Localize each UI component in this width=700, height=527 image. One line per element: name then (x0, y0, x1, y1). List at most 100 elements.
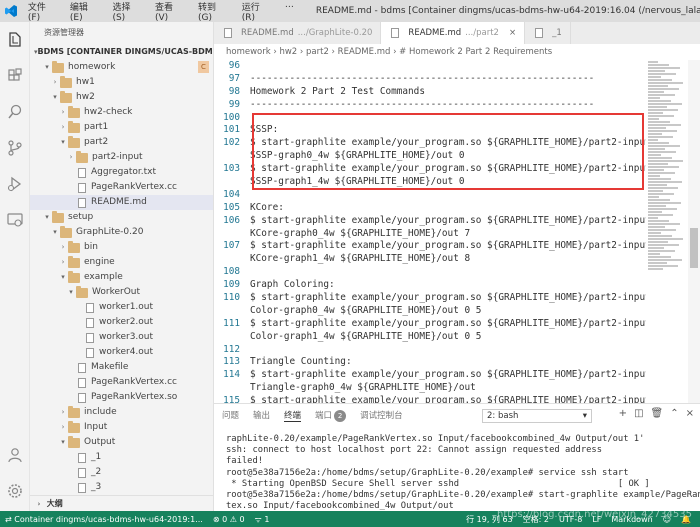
tab-problems[interactable]: 问题 (222, 409, 239, 421)
remote-indicator[interactable]: ⇄ Container dingms/ucas-bdms-hw-u64-2019… (0, 514, 208, 524)
tree-folder[interactable]: ▾ Output (30, 435, 213, 450)
menu-run[interactable]: 运行(R) (236, 0, 279, 23)
tree-folder[interactable]: › Input (30, 420, 213, 435)
remote-explorer-icon[interactable] (0, 202, 30, 238)
tree-folder[interactable]: ▾ hw2 (30, 90, 213, 105)
account-icon[interactable] (0, 437, 30, 473)
extensions-icon[interactable] (0, 58, 30, 94)
tree-folder[interactable]: › engine (30, 255, 213, 270)
file-icon (86, 347, 94, 358)
tree-folder[interactable]: › bin (30, 240, 213, 255)
tree-file[interactable]: _2 (30, 465, 213, 480)
maximize-panel-icon[interactable]: ⌃ (670, 408, 678, 419)
tree-file[interactable]: PageRankVertex.cc (30, 375, 213, 390)
ports-status[interactable]: ᯤ 1 (250, 514, 275, 525)
tree-folder[interactable]: ▾ example (30, 270, 213, 285)
new-terminal-icon[interactable]: + (619, 408, 627, 419)
tab-readme-part2[interactable]: README.md .../part2 × (381, 22, 526, 44)
tab-debug-console[interactable]: 调试控制台 (360, 409, 403, 421)
file-icon (78, 197, 86, 208)
tree-folder[interactable]: ▾ WorkerOut (30, 285, 213, 300)
line-number: 107 (223, 240, 240, 252)
tree-file[interactable]: Makefile (30, 360, 213, 375)
tree-item-label: example (84, 272, 123, 282)
run-debug-icon[interactable] (0, 166, 30, 202)
close-icon[interactable]: × (509, 22, 516, 44)
folder-icon (76, 285, 88, 298)
code-editor[interactable]: 96 97 ------------------------------------… (214, 60, 646, 403)
minimap-line (648, 61, 658, 63)
split-terminal-icon[interactable]: ◫ (634, 408, 643, 419)
chevron-down-icon: ▾ (45, 213, 49, 221)
tree-folder[interactable]: › part2-input (30, 150, 213, 165)
tab-readme-graphlite[interactable]: README.md .../GraphLite-0.20 (214, 22, 382, 44)
tree-file[interactable]: Aggregator.txt (30, 165, 213, 180)
menu-file[interactable]: 文件(F) (22, 0, 64, 23)
tree-folder[interactable]: › part1 (30, 120, 213, 135)
tree-file[interactable]: worker3.out (30, 330, 213, 345)
menu-edit[interactable]: 编辑(E) (64, 0, 107, 23)
tree-file[interactable]: PageRankVertex.cc (30, 180, 213, 195)
tree-folder[interactable]: ▾ GraphLite-0.20 (30, 225, 213, 240)
outline-label: 大纲 (46, 499, 63, 508)
tree-folder[interactable]: ▾ part2 (30, 135, 213, 150)
chevron-down-icon: ▾ (582, 411, 587, 421)
scrollbar-thumb[interactable] (690, 228, 698, 268)
tree-folder[interactable]: › hw2-check (30, 105, 213, 120)
tree-folder[interactable]: › include (30, 405, 213, 420)
settings-gear-icon[interactable] (0, 473, 30, 509)
chevron-right-icon: › (61, 243, 65, 251)
minimap-line (648, 97, 660, 99)
terminal-line: * Starting OpenBSD Secure Shell server s… (226, 478, 650, 489)
line-text: $ start-graphlite example/your_program.s… (250, 240, 646, 252)
explorer-icon[interactable] (0, 22, 30, 58)
problems-status[interactable]: ⊗ 0 ⚠ 0 (208, 515, 250, 524)
line-number: 105 (223, 201, 240, 213)
tree-item-label: setup (68, 212, 94, 222)
line-number: 101 (223, 124, 240, 136)
code-line: 112 (214, 344, 646, 357)
folder-icon (68, 435, 80, 448)
minimap[interactable] (646, 60, 688, 403)
source-control-icon[interactable] (0, 130, 30, 166)
minimap-line (648, 163, 668, 165)
tree-file[interactable]: PageRankVertex.so (30, 390, 213, 405)
tree-item-label: include (84, 407, 117, 417)
vertical-scrollbar[interactable] (688, 60, 700, 403)
tree-folder[interactable]: ▾ setup (30, 210, 213, 225)
terminal-select[interactable]: 2: bash ▾ (482, 409, 592, 423)
tab-terminal[interactable]: 终端 (284, 409, 302, 422)
tree-folder[interactable]: ▾ homework C (30, 60, 213, 75)
tree-item-label: _1 (91, 452, 102, 462)
code-line: KCore-graph0_4w ${GRAPHLITE_HOME}/out 7 (214, 228, 646, 241)
menu-go[interactable]: 转到(G) (192, 0, 236, 23)
close-panel-icon[interactable]: × (686, 408, 694, 419)
menu-view[interactable]: 查看(V) (149, 0, 192, 23)
tree-file[interactable]: worker4.out (30, 345, 213, 360)
line-text: $ start-graphlite example/your_program.s… (250, 214, 646, 226)
code-line: 109 Graph Coloring: (214, 279, 646, 292)
tree-file[interactable]: _3 (30, 480, 213, 495)
workspace-section-header[interactable]: ▾ BDMS [CONTAINER DINGMS/UCAS-BDMS-H... (30, 44, 213, 60)
tab-output[interactable]: 输出 (253, 409, 270, 421)
minimap-line (648, 247, 664, 249)
warning-icon: ⚠ (229, 514, 240, 524)
tree-file[interactable]: worker1.out (30, 300, 213, 315)
outline-section-header[interactable]: › 大纲 (30, 495, 213, 511)
menu-more[interactable]: … (279, 0, 300, 23)
menu-selection[interactable]: 选择(S) (106, 0, 149, 23)
minimap-line (648, 133, 662, 135)
tree-file[interactable]: README.md (30, 195, 213, 210)
folder-icon (52, 60, 64, 73)
tree-folder[interactable]: › hw1 (30, 75, 213, 90)
tree-file[interactable]: worker2.out (30, 315, 213, 330)
line-text: $ start-graphlite example/your_program.s… (250, 317, 646, 329)
tab-underscore-1[interactable]: _1 (525, 22, 571, 44)
trash-icon[interactable]: 🗑 (651, 408, 664, 419)
tree-file[interactable]: _1 (30, 450, 213, 465)
warning-count: 0 (239, 514, 245, 524)
search-icon[interactable] (0, 94, 30, 130)
terminal-output[interactable]: raphLite-0.20/example/PageRankVertex.so … (226, 434, 700, 512)
breadcrumb[interactable]: homework › hw2 › part2 › README.md › # H… (214, 44, 700, 60)
tab-ports[interactable]: 端口 2 (315, 409, 347, 422)
